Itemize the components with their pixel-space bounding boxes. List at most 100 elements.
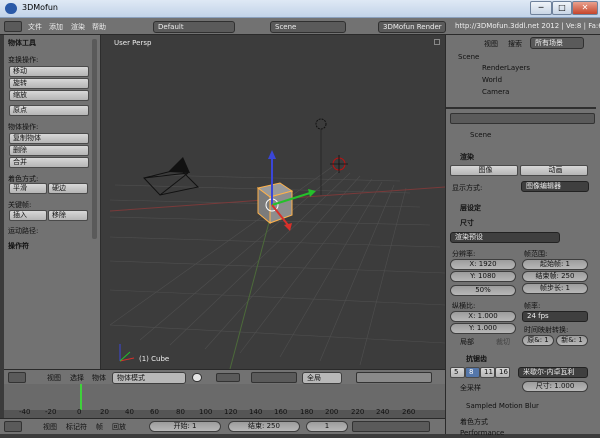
layout-select[interactable]: Default (153, 21, 235, 33)
aa-sample-8[interactable]: 8 (465, 367, 480, 378)
z-arrow-head[interactable] (268, 150, 276, 159)
timeline-editor-type-icon[interactable] (4, 421, 22, 432)
delete-button[interactable]: 删除 (9, 145, 89, 156)
viewport-shading-icon[interactable] (192, 373, 202, 382)
start-frame-field[interactable]: 开始: 1 (149, 421, 221, 432)
full-sample-checkbox[interactable]: 全采样 (460, 383, 481, 393)
flat-button[interactable]: 硬边 (48, 183, 88, 194)
outliner-view-menu[interactable]: 视图 (484, 39, 498, 49)
tool-shelf: 物体工具 变换操作: 移动 旋转 缩放 原点 物体操作: 复制物体 删除 合并 … (4, 35, 101, 369)
properties-tabs[interactable] (450, 113, 595, 124)
aspect-y-field[interactable]: Y: 1.000 (450, 323, 516, 334)
end-frame-prop[interactable]: 结束帧: 250 (522, 271, 588, 282)
frame-step-prop[interactable]: 帧步长: 1 (522, 283, 588, 294)
mode-select[interactable]: 物体模式 (112, 372, 186, 384)
performance-panel-header[interactable]: Performance (460, 429, 504, 437)
tick-label: 20 (100, 408, 109, 416)
crop-checkbox[interactable]: 裁切 (496, 337, 510, 347)
outliner: 视图 搜索 所有场景 Scene RenderLayers World Came… (446, 35, 596, 107)
minimize-button[interactable]: ─ (530, 1, 552, 15)
close-button[interactable]: ✕ (572, 1, 598, 15)
manipulator-icons[interactable] (251, 372, 297, 383)
editor-type-icon[interactable] (4, 21, 22, 32)
pivot-icon[interactable] (216, 373, 240, 382)
outliner-item-renderlayers[interactable]: RenderLayers (482, 64, 530, 72)
tick-label: 220 (351, 408, 365, 416)
aa-sample-5[interactable]: 5 (450, 367, 465, 378)
viewport-3d[interactable]: User Persp (1) Cube (110, 35, 445, 369)
rotate-button[interactable]: 旋转 (9, 78, 89, 89)
shading-panel-header[interactable]: 着色方式 (460, 417, 488, 427)
aa-size-field[interactable]: 尺寸: 1.000 (522, 381, 588, 392)
timeline-menu-playback[interactable]: 回放 (112, 422, 126, 432)
resolution-label: 分辨率: (452, 250, 476, 258)
outliner-search-menu[interactable]: 搜索 (508, 39, 522, 49)
aa-sample-16[interactable]: 16 (495, 367, 510, 378)
render-image-button[interactable]: 图像 (450, 165, 518, 176)
render-engine-select[interactable]: 3DMofun Render (378, 21, 446, 33)
render-preset-select[interactable]: 渲染预设 (450, 232, 560, 243)
duplicate-button[interactable]: 复制物体 (9, 133, 89, 144)
layers-panel-header[interactable]: 层设定 (460, 203, 481, 213)
border-checkbox[interactable]: 局部 (460, 337, 474, 347)
motion-path-title: 运动路径: (8, 227, 39, 235)
join-button[interactable]: 合并 (9, 157, 89, 168)
insert-key-button[interactable]: 插入 (9, 210, 47, 221)
aspect-x-field[interactable]: X: 1.000 (450, 311, 516, 322)
outliner-filter-select[interactable]: 所有场景 (530, 37, 584, 49)
render-animation-button[interactable]: 动画 (520, 165, 588, 176)
timeline-menu-frame[interactable]: 帧 (96, 422, 103, 432)
remove-key-button[interactable]: 移除 (48, 210, 88, 221)
y-axis-line (229, 210, 273, 369)
outliner-item-scene[interactable]: Scene (458, 53, 479, 61)
smooth-button[interactable]: 平滑 (9, 183, 47, 194)
remap-new-field[interactable]: 新&: 1 (556, 335, 588, 346)
render-panel-header[interactable]: 渲染 (460, 152, 474, 162)
operator-panel-header[interactable]: 操作符 (8, 241, 29, 251)
tick-label: 260 (402, 408, 416, 416)
resolution-percent-field[interactable]: 50% (450, 285, 516, 296)
timeline-menu-marker[interactable]: 标记符 (66, 422, 87, 432)
layer-buttons[interactable] (356, 372, 432, 383)
antialiasing-panel-header[interactable]: 抗锯齿 (466, 354, 487, 364)
dimensions-panel-header[interactable]: 尺寸 (460, 218, 474, 228)
view-menu-object[interactable]: 物体 (92, 373, 106, 383)
start-frame-prop[interactable]: 起始帧: 1 (522, 259, 588, 270)
remap-old-field[interactable]: 原&: 1 (522, 335, 554, 346)
timeline-menu-view[interactable]: 视图 (43, 422, 57, 432)
scale-button[interactable]: 缩放 (9, 90, 89, 101)
menu-render[interactable]: 渲染 (71, 22, 85, 32)
resolution-y-field[interactable]: Y: 1080 (450, 271, 516, 282)
menu-add[interactable]: 添加 (49, 22, 63, 32)
move-button[interactable]: 移动 (9, 66, 89, 77)
menu-file[interactable]: 文件 (28, 22, 42, 32)
view-editor-type-icon[interactable] (8, 372, 26, 383)
playback-controls[interactable] (352, 421, 430, 432)
tick-label: 80 (176, 408, 185, 416)
lamp-object[interactable] (315, 118, 327, 130)
end-frame-field[interactable]: 结束: 250 (228, 421, 300, 432)
current-frame-marker[interactable] (80, 384, 82, 410)
transform-orientation-select[interactable]: 全局 (302, 372, 342, 384)
outliner-item-world[interactable]: World (482, 76, 502, 84)
view-menu-select[interactable]: 选择 (70, 373, 84, 383)
motion-blur-header[interactable]: Sampled Motion Blur (466, 402, 539, 410)
menu-help[interactable]: 帮助 (92, 22, 106, 32)
resolution-x-field[interactable]: X: 1920 (450, 259, 516, 270)
display-select[interactable]: 图像编辑器 (521, 181, 589, 192)
aa-sample-11[interactable]: 11 (480, 367, 495, 378)
outliner-item-camera[interactable]: Camera (482, 88, 509, 96)
scene-select[interactable]: Scene (270, 21, 346, 33)
maximize-button[interactable]: □ (552, 1, 572, 15)
tool-shelf-scrollbar[interactable] (92, 39, 97, 239)
view-menu-view[interactable]: 视图 (47, 373, 61, 383)
aa-filter-select[interactable]: 米歇尔-内卓瓦利 (518, 367, 588, 378)
tool-shelf-header[interactable]: 物体工具 (8, 38, 36, 48)
origin-button[interactable]: 原点 (9, 105, 89, 116)
current-frame-field[interactable]: 1 (306, 421, 348, 432)
timeline[interactable]: -40 -20 0 20 40 60 80 100 120 140 160 18… (4, 384, 445, 418)
viewport-scene (110, 118, 445, 369)
app-logo-icon (5, 3, 17, 14)
fps-select[interactable]: 24 fps (522, 311, 588, 322)
viewport-corner-icon[interactable] (434, 39, 440, 45)
